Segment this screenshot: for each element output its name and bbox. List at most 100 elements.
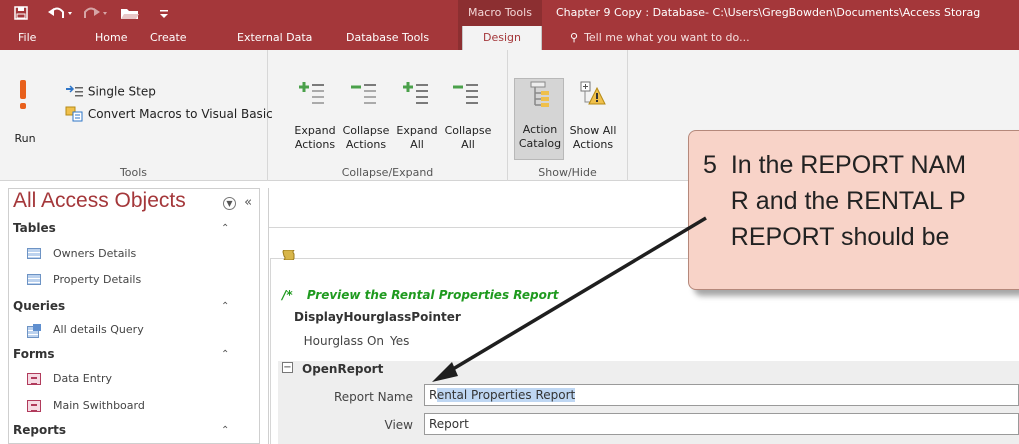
tell-me-box[interactable]: ⚲ Tell me what you want to do... xyxy=(570,26,750,50)
nav-section-tables[interactable]: Tables xyxy=(13,221,56,235)
collapse-expand-group-label: Collapse/Expand xyxy=(341,166,434,179)
report-name-field[interactable]: Rental Properties Report xyxy=(424,384,1019,406)
collapse-queries-icon[interactable]: ⌃ xyxy=(221,301,229,312)
show-all-actions-icon xyxy=(580,81,606,105)
view-field[interactable]: Report xyxy=(424,413,1019,435)
collapse-all-label-1: Collapse xyxy=(444,124,492,137)
nav-pane-title[interactable]: All Access Objects xyxy=(13,189,186,213)
show-all-actions-label-2: Actions xyxy=(572,138,614,151)
collapse-tables-icon[interactable]: ⌃ xyxy=(221,223,229,234)
open-folder-icon[interactable] xyxy=(120,6,140,20)
nav-section-queries[interactable]: Queries xyxy=(13,299,65,313)
single-step-label: Single Step xyxy=(87,84,156,99)
action-catalog-label-2: Catalog xyxy=(518,137,562,150)
convert-macros-label: Convert Macros to Visual Basic xyxy=(87,107,273,121)
expand-actions-icon xyxy=(299,82,324,104)
nav-menu-dropdown-icon[interactable]: ▼ xyxy=(223,197,236,210)
hourglass-on-value[interactable]: Yes xyxy=(390,334,409,348)
ribbon-tabs: File Home Create External Data Database … xyxy=(0,26,1019,50)
run-button[interactable]: Run xyxy=(10,80,40,145)
action-catalog-label-1: Action xyxy=(522,123,558,136)
callout-step-number: 5 xyxy=(703,151,717,179)
instruction-callout: 5 In the REPORT NAM R and the RENTAL P R… xyxy=(688,130,1019,290)
collapse-actions-label-1: Collapse xyxy=(342,124,390,137)
comment-text: Preview the Rental Properties Report xyxy=(306,288,559,302)
collapse-actions-button[interactable]: Collapse Actions xyxy=(340,80,392,160)
form-icon xyxy=(27,399,41,412)
show-hide-group: Action Catalog Show All Actions Show/Hid… xyxy=(508,50,628,181)
view-label: View xyxy=(384,418,413,432)
nav-section-forms[interactable]: Forms xyxy=(13,347,55,361)
report-name-label: Report Name xyxy=(334,390,413,404)
table-icon xyxy=(27,274,41,285)
tools-group-label: Tools xyxy=(119,166,148,179)
action-catalog-button[interactable]: Action Catalog xyxy=(514,78,564,160)
comment-marker: /* xyxy=(282,288,293,302)
collapse-expand-group: Expand Actions Collapse Actions Expand A… xyxy=(268,50,508,181)
collapse-all-label-2: All xyxy=(461,138,475,151)
undo-icon[interactable] xyxy=(48,6,76,20)
nav-item-data-entry[interactable]: Data Entry xyxy=(27,372,112,385)
access-window: Macro Tools Chapter 9 Copy : Database- C… xyxy=(0,0,1019,444)
context-label-text: Macro Tools xyxy=(468,6,532,19)
collapse-reports-icon[interactable]: ⌃ xyxy=(221,425,229,436)
tab-database-tools[interactable]: Database Tools xyxy=(346,26,429,50)
callout-line-3: REPORT should be xyxy=(730,223,950,251)
nav-item-label: All details Query xyxy=(53,323,144,336)
expand-actions-label-2: Actions xyxy=(294,138,336,151)
collapse-actions-icon xyxy=(351,84,376,104)
show-hide-group-label: Show/Hide xyxy=(538,166,597,179)
document-title: Chapter 9 Copy : Database- C:\Users\Greg… xyxy=(556,6,981,19)
tools-group: Run Single Step Convert Macros to Visual… xyxy=(0,50,273,181)
nav-item-all-details-query[interactable]: All details Query xyxy=(27,323,144,338)
macro-icon xyxy=(282,250,295,260)
callout-line-2: R and the RENTAL P xyxy=(730,187,966,215)
convert-macros-button[interactable]: Convert Macros to Visual Basic xyxy=(64,106,273,124)
macro-comment[interactable]: /* Preview the Rental Properties Report xyxy=(282,288,559,302)
callout-text: 5 In the REPORT NAM R and the RENTAL P R… xyxy=(703,147,966,255)
show-all-actions-button[interactable]: Show All Actions xyxy=(566,78,620,160)
action-display-hourglass[interactable]: DisplayHourglassPointer xyxy=(294,310,461,324)
nav-item-owners-details[interactable]: Owners Details xyxy=(27,247,136,260)
customize-qat-icon[interactable] xyxy=(158,6,170,20)
nav-item-label: Data Entry xyxy=(53,372,113,385)
expand-all-button[interactable]: Expand All xyxy=(392,80,442,160)
title-bar: Macro Tools Chapter 9 Copy : Database- C… xyxy=(0,0,1019,50)
report-name-cursor-char: R xyxy=(429,388,437,402)
tab-create[interactable]: Create xyxy=(150,26,187,50)
hourglass-on-label: Hourglass On xyxy=(303,334,384,348)
report-name-selected-text: ental Properties Report xyxy=(436,388,576,402)
collapse-forms-icon[interactable]: ⌃ xyxy=(221,349,229,360)
expand-all-label-1: Expand xyxy=(396,124,438,137)
single-step-icon xyxy=(66,84,83,96)
navigation-pane: All Access Objects ▼ « Tables ⌃ Owners D… xyxy=(8,188,260,444)
expand-actions-label-1: Expand xyxy=(294,124,336,137)
collapse-openreport-icon[interactable]: − xyxy=(282,362,293,373)
nav-item-label: Main Swithboard xyxy=(53,399,145,412)
tell-me-text: Tell me what you want to do... xyxy=(584,31,750,44)
collapse-all-icon xyxy=(453,84,478,104)
action-open-report[interactable]: OpenReport xyxy=(302,362,383,376)
nav-section-reports[interactable]: Reports xyxy=(13,423,66,437)
collapse-all-button[interactable]: Collapse All xyxy=(442,80,494,160)
tab-home[interactable]: Home xyxy=(95,26,127,50)
form-icon xyxy=(27,372,41,385)
collapse-actions-label-2: Actions xyxy=(345,138,387,151)
redo-icon[interactable] xyxy=(82,6,110,20)
tab-design[interactable]: Design xyxy=(462,26,542,50)
nav-item-label: Property Details xyxy=(53,273,142,286)
tab-external-data[interactable]: External Data xyxy=(237,26,312,50)
lightbulb-icon: ⚲ xyxy=(570,31,579,44)
nav-item-property-details[interactable]: Property Details xyxy=(27,273,141,286)
expand-actions-button[interactable]: Expand Actions xyxy=(290,80,340,160)
nav-item-main-swithboard[interactable]: Main Swithboard xyxy=(27,399,145,412)
save-icon[interactable] xyxy=(14,6,28,20)
callout-line-1: In the REPORT NAM xyxy=(730,151,967,179)
show-all-actions-label-1: Show All xyxy=(569,124,617,137)
single-step-button[interactable]: Single Step xyxy=(64,84,156,102)
action-catalog-icon xyxy=(530,81,549,107)
nav-item-label: Owners Details xyxy=(53,247,137,260)
tab-file[interactable]: File xyxy=(18,26,36,50)
shutter-bar-close-icon[interactable]: « xyxy=(244,195,252,210)
expand-all-label-2: All xyxy=(410,138,424,151)
